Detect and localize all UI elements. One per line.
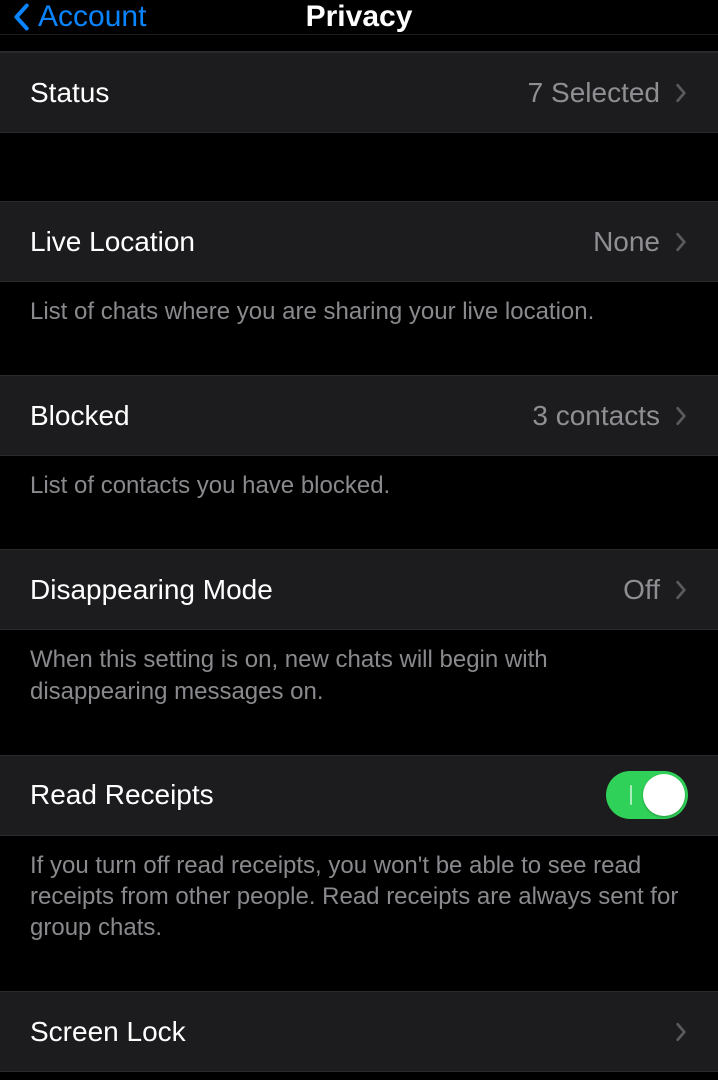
- chevron-right-icon: [674, 231, 688, 253]
- row-value: None: [593, 226, 660, 258]
- chevron-left-icon: [10, 0, 32, 34]
- row-read-receipts: Read Receipts: [0, 755, 718, 835]
- row-disappearing-mode[interactable]: Disappearing Mode Off: [0, 549, 718, 629]
- row-footer: List of chats where you are sharing your…: [0, 281, 718, 347]
- chevron-right-icon: [674, 405, 688, 427]
- row-value: 7 Selected: [528, 77, 660, 109]
- row-status[interactable]: Status 7 Selected: [0, 52, 718, 132]
- row-footer: List of contacts you have blocked.: [0, 455, 718, 521]
- row-value: 3 contacts: [532, 400, 660, 432]
- row-label: Live Location: [30, 226, 195, 258]
- row-blocked[interactable]: Blocked 3 contacts: [0, 375, 718, 455]
- row-label: Status: [30, 77, 109, 109]
- page-title: Privacy: [306, 0, 413, 34]
- row-label: Screen Lock: [30, 1016, 186, 1048]
- row-screen-lock[interactable]: Screen Lock: [0, 991, 718, 1071]
- chevron-right-icon: [674, 82, 688, 104]
- privacy-settings-screen: Account Privacy Status 7 Selected Live L…: [0, 0, 718, 1080]
- chevron-right-icon: [674, 1021, 688, 1043]
- back-button[interactable]: Account: [10, 0, 146, 34]
- chevron-right-icon: [674, 579, 688, 601]
- row-label: Blocked: [30, 400, 130, 432]
- row-footer: Require Touch ID to unlock WhatsApp.: [0, 1071, 718, 1080]
- nav-bar: Account Privacy: [0, 0, 718, 35]
- row-label: Read Receipts: [30, 779, 214, 811]
- row-footer: If you turn off read receipts, you won't…: [0, 835, 718, 964]
- row-footer: When this setting is on, new chats will …: [0, 629, 718, 726]
- row-live-location[interactable]: Live Location None: [0, 201, 718, 281]
- back-label: Account: [38, 0, 146, 34]
- read-receipts-toggle[interactable]: [606, 771, 688, 819]
- settings-list: Status 7 Selected Live Location None Lis…: [0, 35, 718, 1080]
- row-label: Disappearing Mode: [30, 574, 273, 606]
- row-value: Off: [623, 574, 660, 606]
